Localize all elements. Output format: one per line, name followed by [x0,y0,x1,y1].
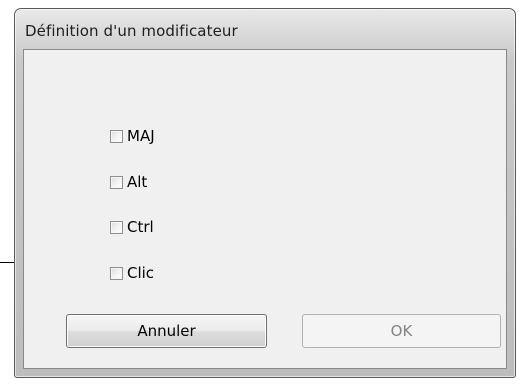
cancel-button[interactable]: Annuler [66,314,267,348]
checkbox-ctrl[interactable] [110,220,123,234]
checkbox-row-clic[interactable]: Clic [110,263,154,283]
ok-button[interactable]: OK [302,314,501,348]
checkbox-label-alt[interactable]: Alt [127,173,147,191]
title-bar[interactable]: Définition d'un modificateur [15,9,515,49]
checkbox-label-clic[interactable]: Clic [127,264,154,282]
checkbox-row-ctrl[interactable]: Ctrl [110,217,154,237]
checkbox-alt[interactable] [110,175,123,189]
checkbox-label-maj[interactable]: MAJ [127,127,155,145]
window-title: Définition d'un modificateur [25,22,238,40]
dialog-body: MAJ Alt Ctrl Clic Annuler OK [23,49,507,369]
checkbox-row-alt[interactable]: Alt [110,172,147,192]
checkbox-maj[interactable] [110,129,123,143]
checkbox-clic[interactable] [110,266,123,280]
checkbox-label-ctrl[interactable]: Ctrl [127,218,154,236]
checkbox-row-maj[interactable]: MAJ [110,126,155,146]
dialog-window: Définition d'un modificateur MAJ Alt Ctr… [14,8,516,378]
